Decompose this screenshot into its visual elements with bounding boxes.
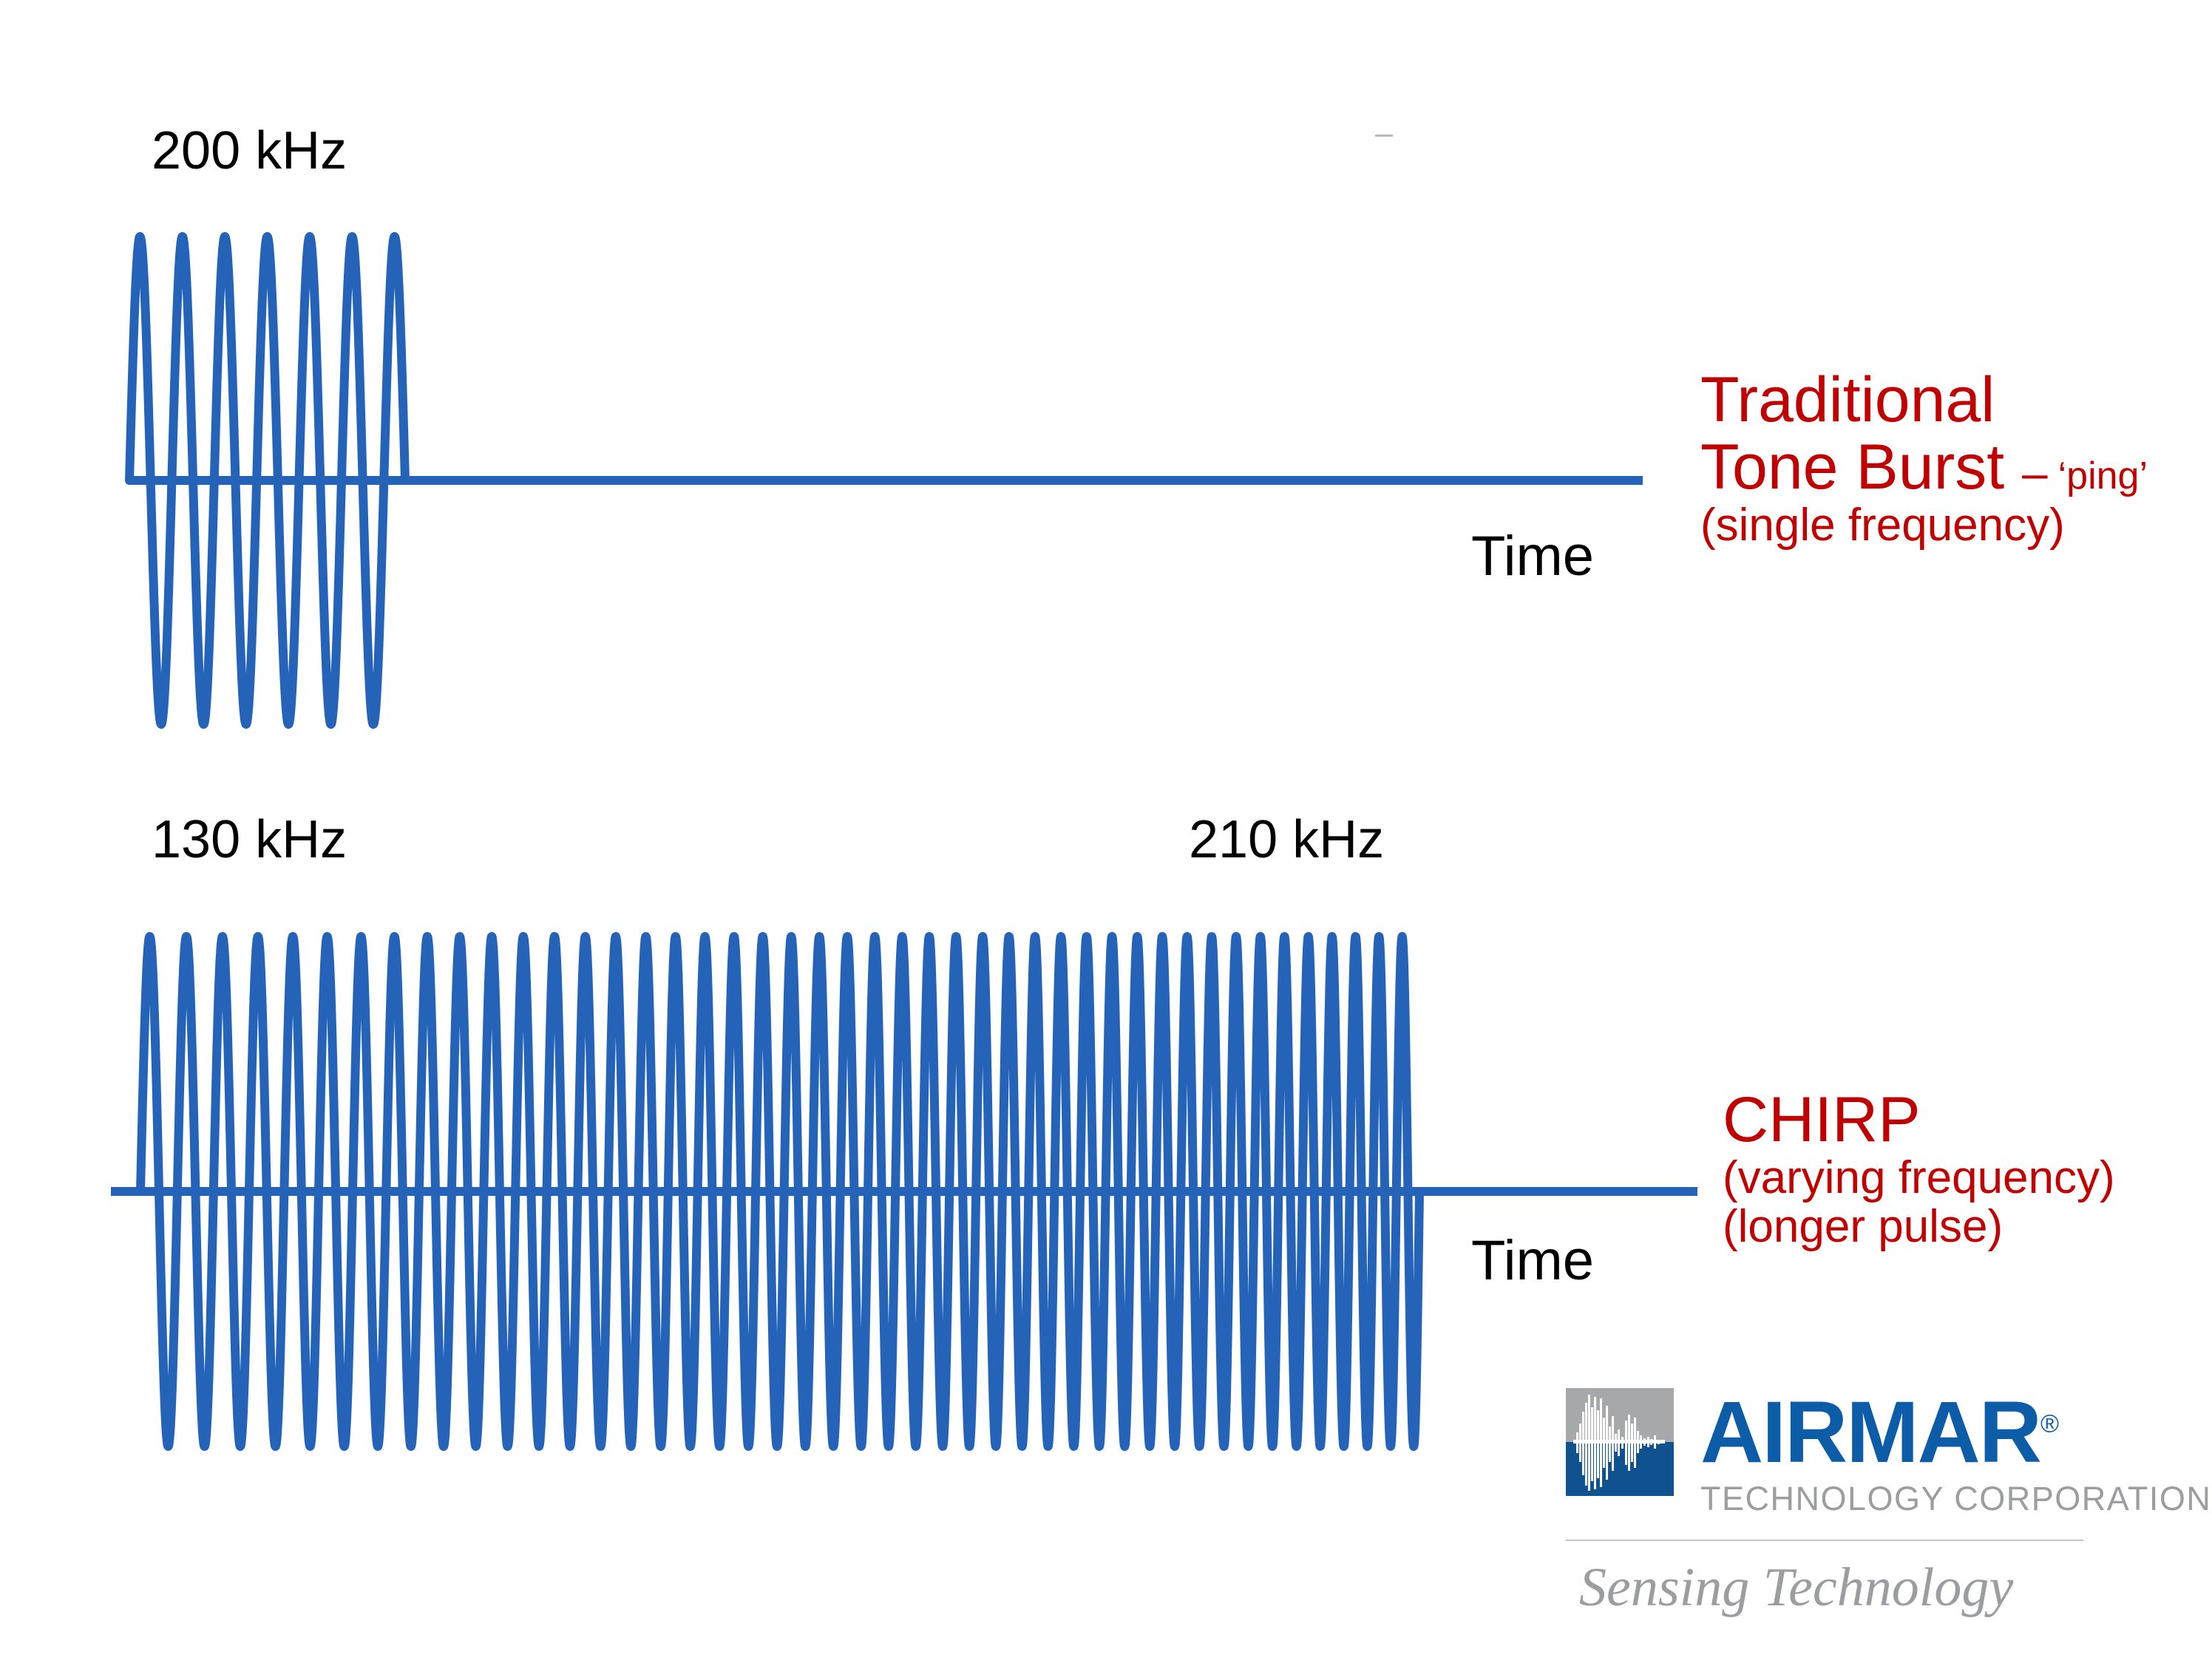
airmar-wordmark-text: AIRMAR	[1700, 1384, 2042, 1481]
logo-text-block: AIRMAR® TECHNOLOGY CORPORATION	[1700, 1388, 2211, 1515]
waveform-square-icon	[1566, 1388, 1674, 1496]
tone-burst-annotation: Traditional Tone Burst – ‘ping’ (single fr…	[1700, 364, 2148, 551]
tone-burst-annot-line3: (single frequency)	[1700, 500, 2065, 551]
logo-divider	[1566, 1540, 2083, 1541]
chirp-annot-line2: (varying frequency)	[1723, 1152, 2115, 1204]
tone-burst-annot-line1: Traditional	[1700, 364, 1995, 435]
tone-burst-time-label: Time	[1471, 525, 1595, 588]
tone-burst-waveform	[125, 232, 410, 729]
airmar-subtitle: TECHNOLOGY CORPORATION	[1700, 1480, 2212, 1518]
chirp-time-label: Time	[1471, 1229, 1595, 1292]
tone-burst-annot-ping: ‘ping’	[2057, 455, 2148, 498]
registered-trademark-icon: ®	[2040, 1409, 2060, 1438]
chirp-annot-line3: (longer pulse)	[1723, 1200, 2004, 1252]
chirp-annot-line1: CHIRP	[1723, 1084, 1921, 1155]
sensing-technology-tagline: Sensing Technology	[1573, 1552, 2083, 1626]
tone-burst-annot-line2: Tone Burst – ‘ping’	[1700, 434, 2148, 501]
slide-canvas: 200 kHz 130 kHz 210 kHz Time Time Tradit…	[0, 0, 2212, 1663]
tagline-script: Sensing Technology	[1579, 1557, 2013, 1618]
tone-burst-annot-line2-main: Tone Burst	[1700, 432, 2005, 503]
stray-mark	[1375, 135, 1393, 137]
tone-burst-frequency-label: 200 kHz	[152, 121, 347, 180]
tone-burst-annot-dash: –	[2022, 448, 2048, 500]
airmar-logo: AIRMAR® TECHNOLOGY CORPORATION Sensing T…	[1566, 1388, 2211, 1632]
logo-primary-row: AIRMAR® TECHNOLOGY CORPORATION	[1566, 1388, 2211, 1515]
tagline-text: Sensing Technology	[1579, 1557, 2013, 1618]
chirp-start-frequency-label: 130 kHz	[152, 810, 347, 869]
logo-icon-waveform	[1573, 1395, 1665, 1491]
chirp-waveform	[136, 932, 1424, 1451]
airmar-wordmark: AIRMAR®	[1700, 1389, 2211, 1476]
chirp-end-frequency-label: 210 kHz	[1189, 810, 1385, 869]
chirp-annotation: CHIRP (varying frequency) (longer pulse)	[1723, 1086, 2115, 1251]
